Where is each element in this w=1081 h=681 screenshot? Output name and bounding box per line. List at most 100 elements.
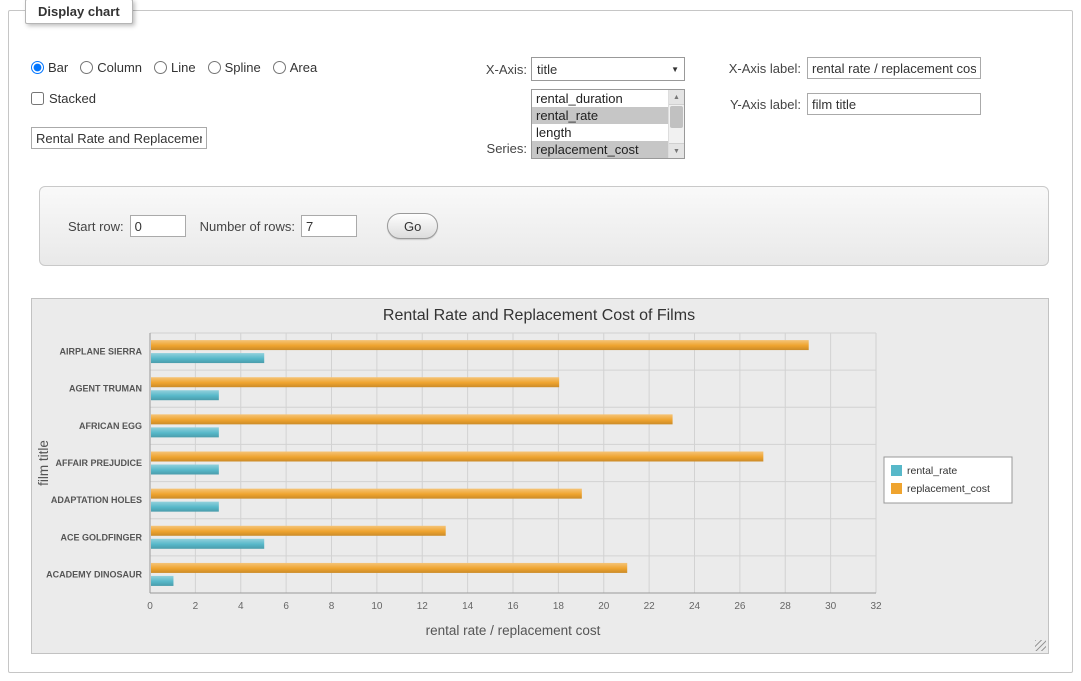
category-label: AGENT TRUMAN xyxy=(69,384,142,394)
bar-replacement_cost[interactable] xyxy=(151,414,673,424)
bar-rental_rate[interactable] xyxy=(151,390,219,400)
x-tick-label: 16 xyxy=(507,601,519,612)
x-axis-select-value: title xyxy=(537,62,557,77)
chart-canvas: 02468101214161820222426283032AIRPLANE SI… xyxy=(32,299,1048,652)
x-tick-label: 6 xyxy=(283,601,289,612)
x-tick-label: 8 xyxy=(329,601,335,612)
chevron-down-icon: ▼ xyxy=(671,65,679,74)
chart-type-option-spline[interactable]: Spline xyxy=(208,60,261,75)
x-tick-label: 24 xyxy=(689,601,701,612)
bar-replacement_cost[interactable] xyxy=(151,340,809,350)
scroll-down-icon[interactable]: ▼ xyxy=(669,143,684,158)
x-tick-label: 12 xyxy=(417,601,429,612)
x-tick-label: 2 xyxy=(193,601,199,612)
go-button[interactable]: Go xyxy=(387,213,438,239)
bar-rental_rate[interactable] xyxy=(151,502,219,512)
bar-replacement_cost[interactable] xyxy=(151,489,582,499)
y-axis-title: film title xyxy=(36,440,51,486)
category-label: ACADEMY DINOSAUR xyxy=(46,569,142,579)
x-tick-label: 28 xyxy=(780,601,792,612)
series-options: rental_durationrental_ratelengthreplacem… xyxy=(532,90,668,158)
radio-label: Spline xyxy=(225,60,261,75)
bar-replacement_cost[interactable] xyxy=(151,526,446,536)
scroll-up-icon[interactable]: ▲ xyxy=(669,90,684,105)
x-tick-label: 14 xyxy=(462,601,474,612)
x-tick-label: 26 xyxy=(734,601,746,612)
chart-title: Rental Rate and Replacement Cost of Film… xyxy=(383,307,695,324)
x-axis-select[interactable]: title ▼ xyxy=(531,57,685,81)
y-axis-label-row: Y-Axis label: xyxy=(709,93,981,115)
bar-rental_rate[interactable] xyxy=(151,353,264,363)
category-label: ADAPTATION HOLES xyxy=(51,495,142,505)
x-tick-label: 0 xyxy=(147,601,153,612)
x-axis-label-row: X-Axis label: xyxy=(709,57,981,79)
radio-label: Line xyxy=(171,60,196,75)
radio-bar[interactable] xyxy=(31,61,44,74)
x-axis-row: X-Axis: title ▼ xyxy=(439,57,685,81)
radio-column[interactable] xyxy=(80,61,93,74)
series-option-rental_rate[interactable]: rental_rate xyxy=(532,107,668,124)
x-tick-label: 30 xyxy=(825,601,837,612)
series-option-rental_duration[interactable]: rental_duration xyxy=(532,90,668,107)
radio-spline[interactable] xyxy=(208,61,221,74)
x-tick-label: 32 xyxy=(870,601,882,612)
x-tick-label: 10 xyxy=(371,601,383,612)
x-tick-label: 18 xyxy=(553,601,565,612)
radio-label: Column xyxy=(97,60,142,75)
radio-area[interactable] xyxy=(273,61,286,74)
legend-swatch-rental_rate[interactable] xyxy=(891,465,902,476)
x-tick-label: 22 xyxy=(644,601,656,612)
radio-label: Area xyxy=(290,60,317,75)
chart-type-option-column[interactable]: Column xyxy=(80,60,142,75)
chart-type-radios: Bar Column Line Spline Area xyxy=(31,57,329,77)
series-option-length[interactable]: length xyxy=(532,124,668,141)
series-label-text: Series: xyxy=(439,141,527,156)
display-chart-panel: Display chart BarColumnLineSplineArea St… xyxy=(8,10,1073,673)
bar-rental_rate[interactable] xyxy=(151,539,264,549)
chart-type-option-line[interactable]: Line xyxy=(154,60,196,75)
series-listbox[interactable]: rental_durationrental_ratelengthreplacem… xyxy=(531,89,685,159)
category-label: AFRICAN EGG xyxy=(79,421,142,431)
chart-container: 02468101214161820222426283032AIRPLANE SI… xyxy=(31,298,1049,654)
category-label: AFFAIR PREJUDICE xyxy=(55,458,142,468)
start-row-label: Start row: xyxy=(68,219,124,234)
bar-rental_rate[interactable] xyxy=(151,465,219,475)
chart-type-option-area[interactable]: Area xyxy=(273,60,317,75)
start-row-input[interactable] xyxy=(130,215,186,237)
stacked-checkbox[interactable] xyxy=(31,92,44,105)
y-axis-label-input[interactable] xyxy=(807,93,981,115)
bar-replacement_cost[interactable] xyxy=(151,563,627,573)
chart-legend-box xyxy=(884,457,1012,503)
y-axis-label-caption: Y-Axis label: xyxy=(709,97,801,112)
bar-replacement_cost[interactable] xyxy=(151,377,559,387)
stacked-checkbox-row[interactable]: Stacked xyxy=(31,91,96,106)
legend-label-replacement_cost[interactable]: replacement_cost xyxy=(907,483,990,495)
radio-line[interactable] xyxy=(154,61,167,74)
category-label: ACE GOLDFINGER xyxy=(60,532,142,542)
num-rows-label: Number of rows: xyxy=(200,219,295,234)
stacked-label: Stacked xyxy=(49,91,96,106)
series-scrollbar[interactable]: ▲ ▼ xyxy=(668,90,684,158)
x-axis-label-caption: X-Axis label: xyxy=(709,61,801,76)
chart-svg: 02468101214161820222426283032AIRPLANE SI… xyxy=(32,299,1046,649)
x-axis-label-input[interactable] xyxy=(807,57,981,79)
x-axis-title: rental rate / replacement cost xyxy=(426,623,601,638)
row-range-panel: Start row: Number of rows: Go xyxy=(39,186,1049,266)
x-axis-label-text: X-Axis: xyxy=(439,62,527,77)
x-tick-label: 4 xyxy=(238,601,244,612)
radio-label: Bar xyxy=(48,60,68,75)
bar-rental_rate[interactable] xyxy=(151,427,219,437)
bar-replacement_cost[interactable] xyxy=(151,452,763,462)
category-label: AIRPLANE SIERRA xyxy=(59,347,142,357)
legend-label-rental_rate[interactable]: rental_rate xyxy=(907,465,957,477)
chart-title-input[interactable] xyxy=(31,127,207,149)
bar-rental_rate[interactable] xyxy=(151,576,173,586)
panel-legend: Display chart xyxy=(25,0,133,24)
scrollbar-thumb[interactable] xyxy=(670,106,683,128)
series-option-replacement_cost[interactable]: replacement_cost xyxy=(532,141,668,158)
x-tick-label: 20 xyxy=(598,601,610,612)
chart-type-option-bar[interactable]: Bar xyxy=(31,60,68,75)
legend-swatch-replacement_cost[interactable] xyxy=(891,483,902,494)
num-rows-input[interactable] xyxy=(301,215,357,237)
resize-handle-icon[interactable] xyxy=(1035,640,1046,651)
